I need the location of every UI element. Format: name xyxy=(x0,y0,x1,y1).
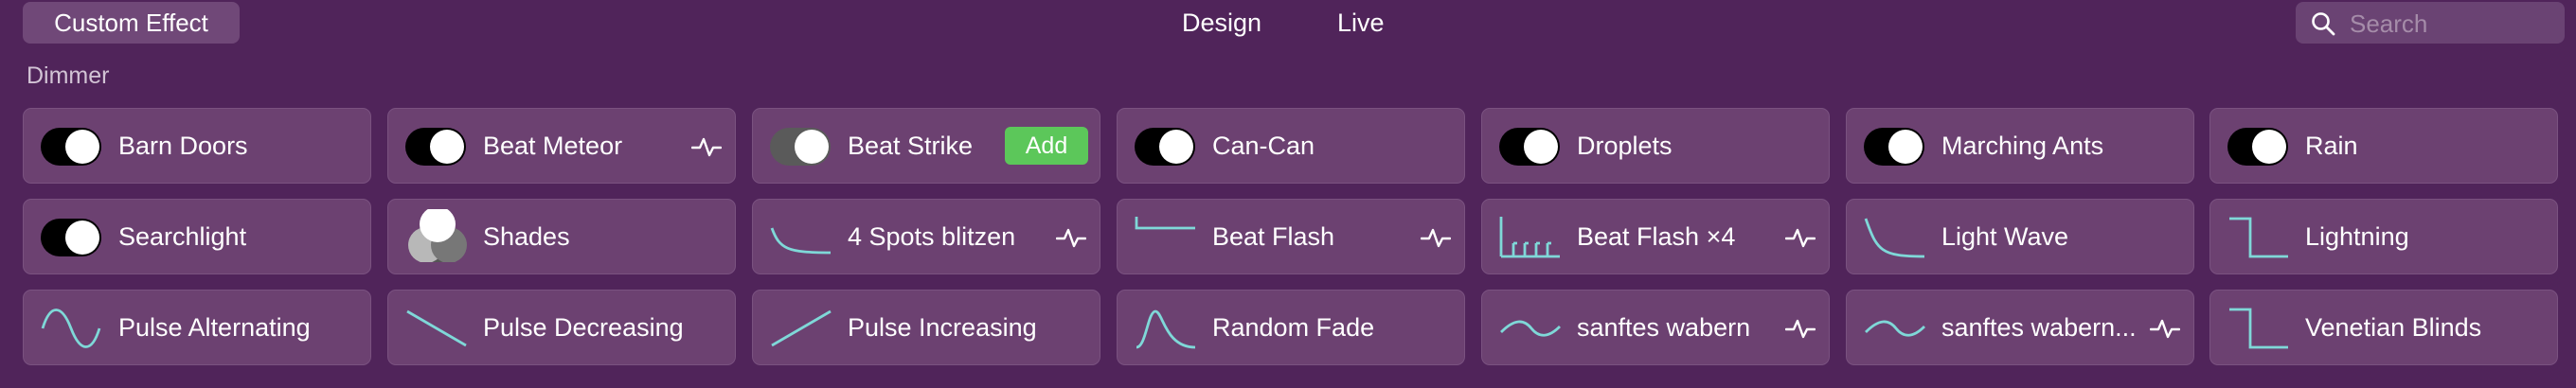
effect-card-pulse-increasing[interactable]: Pulse Increasing xyxy=(752,290,1100,365)
effect-label: Beat Meteor xyxy=(483,132,623,160)
effect-label: Beat Strike xyxy=(848,132,974,160)
effect-card-beat-flash[interactable]: Beat Flash xyxy=(1117,199,1465,274)
effect-label: Beat Flash xyxy=(1212,222,1335,251)
effect-label: Droplets xyxy=(1577,132,1673,160)
effect-label: Pulse Alternating xyxy=(118,313,311,342)
pulse-icon[interactable] xyxy=(1784,225,1816,250)
toggle-icon xyxy=(1133,124,1201,169)
peak-icon xyxy=(1133,306,1201,351)
search-input[interactable] xyxy=(2348,2,2560,45)
add-button[interactable]: Add xyxy=(1005,127,1088,165)
effect-label: Searchlight xyxy=(118,222,247,251)
pulse-icon[interactable] xyxy=(1784,316,1816,341)
effect-card-shades[interactable]: Shades xyxy=(387,199,736,274)
effect-card-pulse-alternating[interactable]: Pulse Alternating xyxy=(23,290,371,365)
light-wave-icon xyxy=(1862,215,1930,260)
effect-card-barn-doors[interactable]: Barn Doors xyxy=(23,108,371,184)
effect-label: Random Fade xyxy=(1212,313,1375,342)
effect-label: Pulse Decreasing xyxy=(483,313,684,342)
effect-card-sanftes-wabern[interactable]: sanftes wabern... xyxy=(1846,290,2194,365)
step-down-icon xyxy=(2226,306,2294,351)
effect-card-light-wave[interactable]: Light Wave xyxy=(1846,199,2194,274)
pulse-icon[interactable] xyxy=(690,134,723,159)
custom-effect-button[interactable]: Custom Effect xyxy=(23,2,240,44)
flash-bars-icon xyxy=(1497,215,1565,260)
effect-card-lightning[interactable]: Lightning xyxy=(2209,199,2558,274)
step-down-icon xyxy=(2226,215,2294,260)
shades-icon xyxy=(403,206,472,263)
effect-label: sanftes wabern xyxy=(1577,313,1751,342)
tab-design[interactable]: Design xyxy=(1182,2,1261,44)
effect-card-droplets[interactable]: Droplets xyxy=(1481,108,1830,184)
flash-step-icon xyxy=(1133,215,1201,260)
search-icon xyxy=(2312,12,2335,36)
gentle-wave-icon xyxy=(1497,306,1565,351)
effect-label: Rain xyxy=(2305,132,2358,160)
effect-label: Can-Can xyxy=(1212,132,1315,160)
effect-label: Light Wave xyxy=(1941,222,2069,251)
pulse-icon[interactable] xyxy=(1420,225,1452,250)
pulse-icon[interactable] xyxy=(1055,225,1087,250)
effect-card-pulse-decreasing[interactable]: Pulse Decreasing xyxy=(387,290,736,365)
effect-card-can-can[interactable]: Can-Can xyxy=(1117,108,1465,184)
pulse-icon[interactable] xyxy=(2149,316,2181,341)
search-field[interactable] xyxy=(2296,2,2565,45)
gentle-wave-icon xyxy=(1862,306,1930,351)
toggle-icon xyxy=(1862,124,1930,169)
decay-curve-icon xyxy=(768,215,836,260)
toggle-dim-icon xyxy=(768,124,836,169)
sine-wave-icon xyxy=(39,306,107,351)
toolbar: Custom Effect Design Live xyxy=(0,0,2576,55)
toggle-icon xyxy=(39,124,107,169)
effect-card-searchlight[interactable]: Searchlight xyxy=(23,199,371,274)
effect-card-random-fade[interactable]: Random Fade xyxy=(1117,290,1465,365)
section-title: Dimmer xyxy=(27,62,110,89)
effect-label: sanftes wabern... xyxy=(1941,313,2137,342)
effect-label: Beat Flash ×4 xyxy=(1577,222,1736,251)
effect-card-venetian-blinds[interactable]: Venetian Blinds xyxy=(2209,290,2558,365)
effect-label: Venetian Blinds xyxy=(2305,313,2482,342)
effect-card-beat-strike[interactable]: Beat Strike Add xyxy=(752,108,1100,184)
effect-card-sanftes-wabern[interactable]: sanftes wabern xyxy=(1481,290,1830,365)
ramp-down-icon xyxy=(403,306,472,351)
effect-label: Marching Ants xyxy=(1941,132,2104,160)
toggle-icon xyxy=(1497,124,1565,169)
effect-card-4-spots-blitzen[interactable]: 4 Spots blitzen xyxy=(752,199,1100,274)
toggle-icon xyxy=(403,124,472,169)
ramp-up-icon xyxy=(768,306,836,351)
effect-label: Lightning xyxy=(2305,222,2409,251)
tab-live[interactable]: Live xyxy=(1337,2,1385,44)
toggle-icon xyxy=(2226,124,2294,169)
effect-card-rain[interactable]: Rain xyxy=(2209,108,2558,184)
effect-label: Pulse Increasing xyxy=(848,313,1037,342)
effect-card-beat-flash-4[interactable]: Beat Flash ×4 xyxy=(1481,199,1830,274)
effect-label: Barn Doors xyxy=(118,132,248,160)
toggle-icon xyxy=(39,215,107,260)
effect-label: 4 Spots blitzen xyxy=(848,222,1016,251)
effect-card-marching-ants[interactable]: Marching Ants xyxy=(1846,108,2194,184)
effect-card-beat-meteor[interactable]: Beat Meteor xyxy=(387,108,736,184)
effect-label: Shades xyxy=(483,222,570,251)
